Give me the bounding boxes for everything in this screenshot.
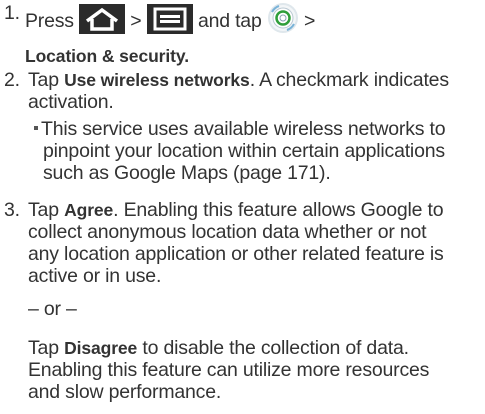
agree-rest: . Enabling this feature allows Google to bbox=[113, 199, 444, 221]
step-number: 1. bbox=[4, 2, 20, 24]
or-text: – or – bbox=[28, 298, 77, 320]
agree-line-4: active or in use. bbox=[28, 265, 162, 287]
separator: > bbox=[304, 10, 316, 32]
separator: > bbox=[130, 10, 142, 32]
settings-icon bbox=[267, 2, 299, 45]
tap-word: Tap bbox=[28, 69, 59, 91]
step-1-text: Press > and tap > Location & security. bbox=[25, 2, 479, 67]
use-wireless-networks-label: Use wireless networks bbox=[64, 70, 250, 90]
disagree-line-3: and slow performance. bbox=[28, 381, 222, 403]
disagree-line-2: Enabling this feature can utilize more r… bbox=[28, 359, 430, 381]
step-3-text: Tap Agree. Enabling this feature allows … bbox=[28, 199, 479, 287]
home-icon bbox=[79, 4, 126, 45]
disagree-label: Disagree bbox=[64, 338, 138, 358]
disagree-text: Tap Disagree to disable the collection o… bbox=[28, 337, 479, 403]
menu-icon bbox=[146, 4, 193, 45]
note-line-2: pinpoint your location within certain ap… bbox=[43, 140, 445, 162]
step-2-text: Tap Use wireless networks. A checkmark i… bbox=[28, 69, 479, 113]
note-line-1: This service uses available wireless net… bbox=[41, 118, 446, 140]
disagree-rest: to disable the collection of data. bbox=[137, 337, 409, 359]
agree-line-2: collect anonymous location data whether … bbox=[28, 221, 427, 243]
press-word: Press bbox=[25, 10, 74, 32]
agree-line-3: any location application or other relate… bbox=[28, 243, 444, 265]
tap-word: Tap bbox=[28, 337, 59, 359]
step-2-line-2: activation. bbox=[28, 91, 114, 113]
location-security-label: Location & security bbox=[25, 46, 185, 66]
note-line-3: such as Google Maps (page 171). bbox=[43, 162, 331, 184]
bullet-icon bbox=[34, 126, 38, 130]
period: . bbox=[184, 46, 189, 66]
note-text: This service uses available wireless net… bbox=[34, 118, 479, 184]
tap-word: Tap bbox=[28, 199, 59, 221]
agree-label: Agree bbox=[64, 200, 114, 220]
and-tap-text: and tap bbox=[197, 10, 262, 32]
step-number: 3. bbox=[4, 199, 20, 221]
step-number: 2. bbox=[4, 69, 20, 91]
step-2-rest: . A checkmark indicates bbox=[249, 69, 449, 91]
